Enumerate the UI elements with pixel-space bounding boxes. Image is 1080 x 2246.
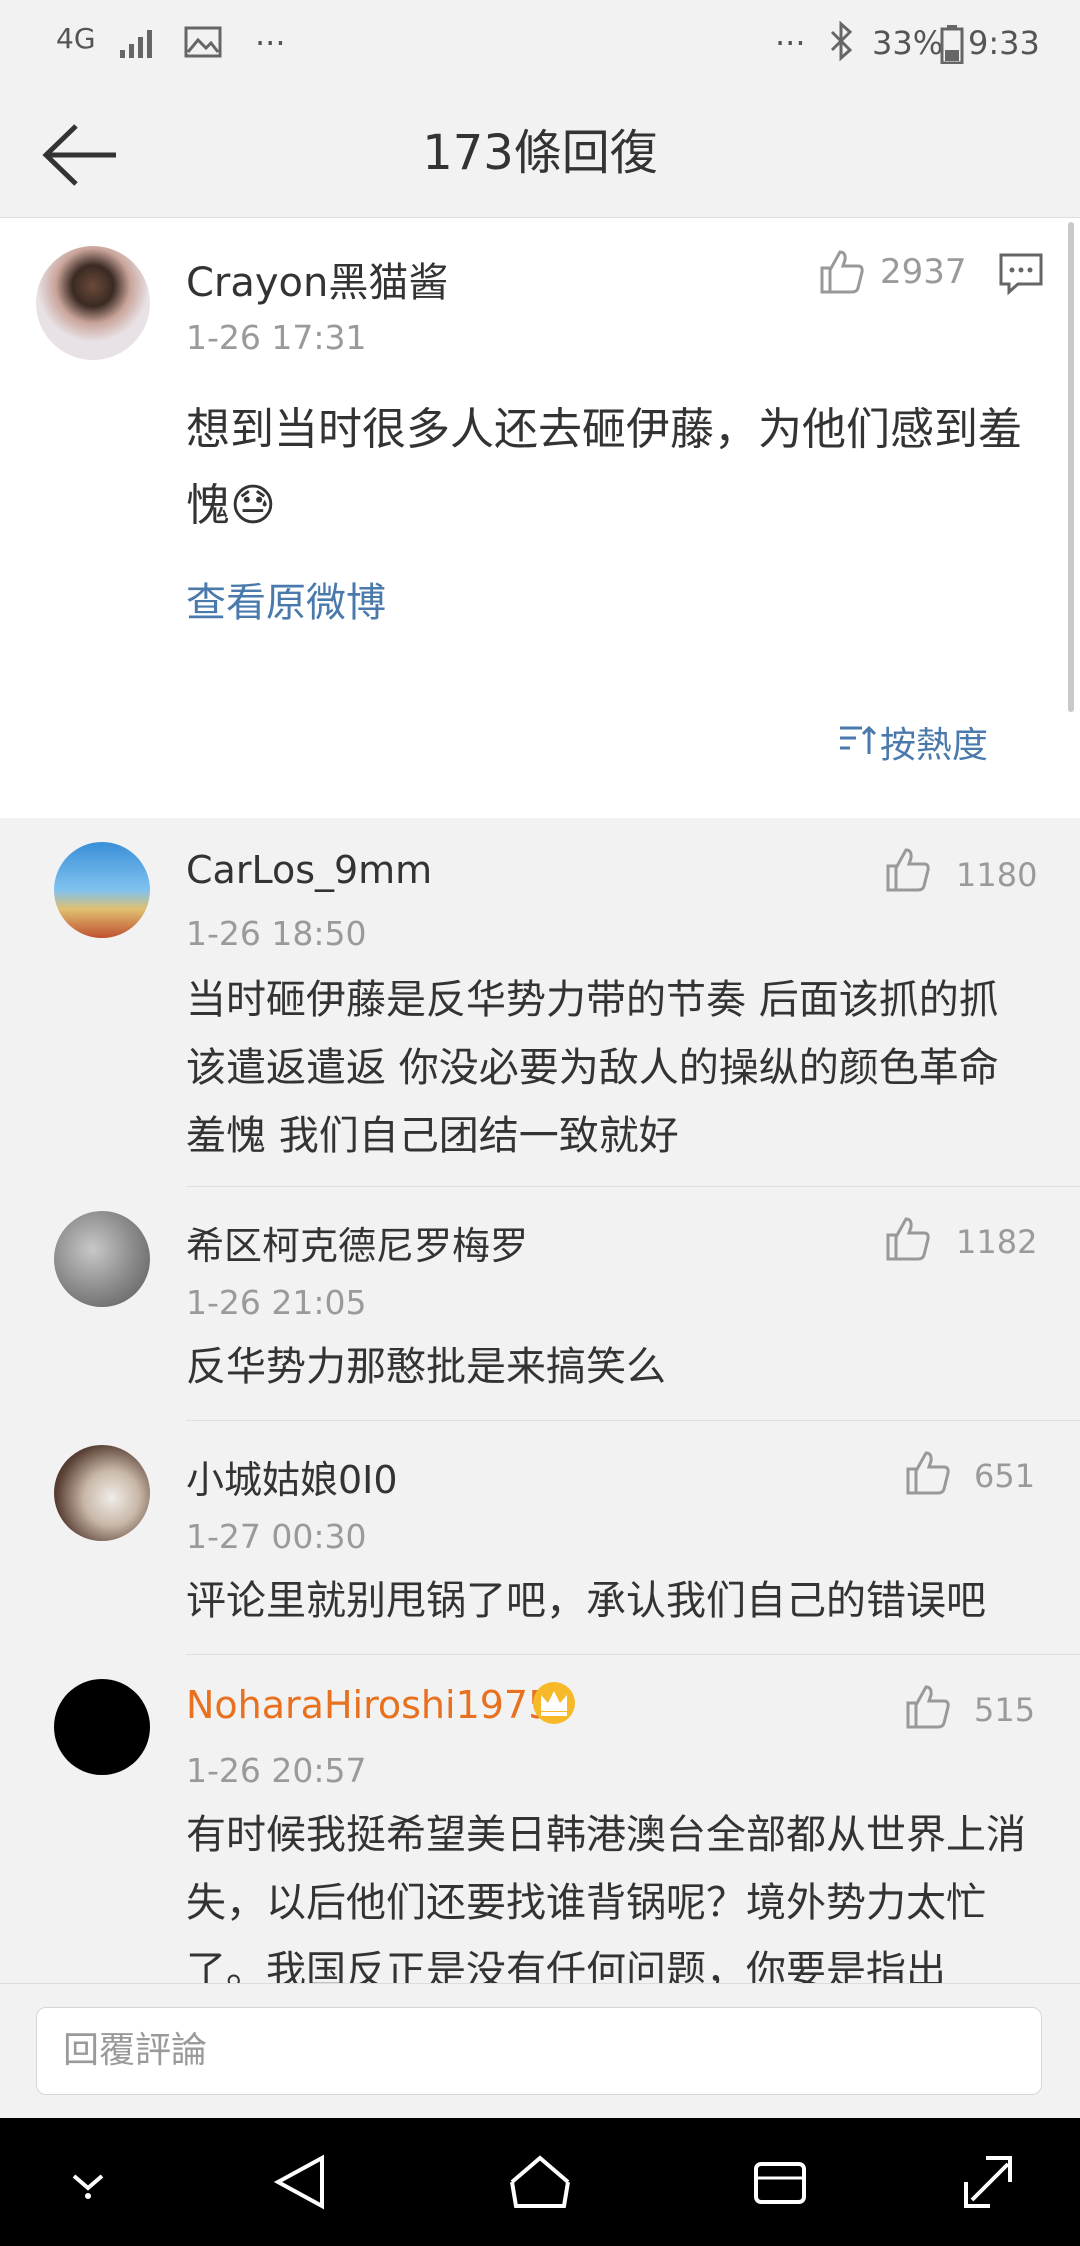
chevron-down-icon	[72, 2174, 104, 2199]
author-name[interactable]: Crayon黑猫酱	[186, 250, 448, 308]
thumbs-up-icon	[886, 1217, 930, 1261]
thumbs-up-icon	[886, 848, 930, 892]
comment-text: 当时砸伊藤是反华势力带的节奏 后面该抓的抓 该遣返遣返 你没必要为敌人的操纵的颜…	[186, 977, 999, 1159]
like-button[interactable]	[818, 248, 866, 296]
timestamp: 1-26 18:50	[186, 914, 367, 953]
author-name-vip[interactable]: NoharaHiroshi1975	[186, 1683, 552, 1727]
status-bar: 4G ··· ··· 33% 9:33	[0, 0, 1080, 90]
expand-icon	[964, 2156, 1012, 2208]
back-nav-button[interactable]	[272, 2152, 328, 2212]
system-navigation-bar	[0, 2118, 1080, 2246]
thumbs-up-icon	[820, 250, 864, 294]
hide-keyboard-button[interactable]	[64, 2162, 112, 2202]
comment-text: 想到当时很多人还去砸伊藤，为他们感到羞愧😓	[186, 404, 1022, 531]
like-button[interactable]	[884, 1215, 932, 1263]
thumbs-up-icon	[906, 1685, 950, 1729]
reply-item[interactable]: 希区柯克德尼罗梅罗 1-26 21:05 1182 反华势力那憨批是来搞笑么	[0, 1187, 1080, 1420]
author-name[interactable]: 小城姑娘0I0	[186, 1449, 398, 1504]
avatar[interactable]	[54, 1679, 150, 1775]
avatar[interactable]	[36, 246, 150, 360]
avatar[interactable]	[54, 842, 150, 938]
network-indicator: 4G	[56, 22, 96, 55]
clock: 9:33	[968, 24, 1040, 62]
sort-icon	[840, 725, 877, 754]
page-title: 173條回復	[422, 125, 658, 181]
more-status-icon: ···	[775, 24, 806, 62]
author-name[interactable]: CarLos_9mm	[186, 848, 432, 892]
battery-icon	[940, 24, 964, 64]
more-notifications-icon: ···	[255, 24, 286, 62]
back-triangle-icon	[273, 2154, 324, 2210]
comment-text: 评论里就别甩锅了吧，承认我们自己的错误吧	[186, 1578, 986, 1624]
timestamp: 1-26 21:05	[186, 1283, 367, 1322]
bluetooth-icon	[826, 20, 856, 62]
view-original-link[interactable]: 查看原微博	[186, 570, 386, 628]
avatar[interactable]	[54, 1211, 150, 1307]
like-button[interactable]	[884, 846, 932, 894]
timestamp: 1-27 00:30	[186, 1517, 367, 1556]
home-icon	[510, 2155, 570, 2208]
comment-button[interactable]	[998, 252, 1044, 296]
vip-crown-icon	[530, 1679, 578, 1727]
like-count: 515	[974, 1691, 1036, 1729]
thumbs-up-icon	[906, 1451, 950, 1495]
recents-button[interactable]	[752, 2158, 808, 2208]
header-bar: 173條回復	[0, 90, 1080, 218]
timestamp: 1-26 20:57	[186, 1751, 367, 1790]
like-button[interactable]	[904, 1449, 952, 1497]
like-count: 2937	[880, 252, 967, 292]
comment-icon	[999, 253, 1043, 296]
original-comment: Crayon黑猫酱 1-26 17:31 2937 想到当时很多人还去砸伊藤，为…	[0, 218, 1080, 818]
timestamp: 1-26 17:31	[186, 318, 367, 357]
expand-screen-button[interactable]	[962, 2154, 1014, 2210]
like-count: 1180	[956, 856, 1038, 894]
comment-text: 反华势力那憨批是来搞笑么	[186, 1344, 666, 1390]
avatar[interactable]	[54, 1445, 150, 1541]
home-button[interactable]	[508, 2154, 572, 2210]
like-count: 1182	[956, 1223, 1038, 1261]
reply-item[interactable]: CarLos_9mm 1-26 18:50 1180 当时砸伊藤是反华势力带的节…	[0, 818, 1080, 1186]
image-icon	[184, 26, 222, 58]
signal-icon	[118, 24, 158, 60]
comment-text: 有时候我挺希望美日韩港澳台全部都从世界上消失，以后他们还要找谁背锅呢？境外势力太…	[186, 1812, 1026, 1983]
like-count: 651	[974, 1457, 1036, 1495]
reply-input[interactable]: 回覆評論	[36, 2007, 1042, 2095]
reply-item[interactable]: NoharaHiroshi1975 515 1-26 20:57 有时候我挺希望…	[0, 1655, 1080, 1983]
scrollbar[interactable]	[1068, 222, 1074, 712]
recents-icon	[754, 2162, 806, 2204]
like-button[interactable]	[904, 1683, 952, 1731]
battery-percent: 33%	[872, 24, 944, 62]
author-name[interactable]: 希区柯克德尼罗梅罗	[186, 1215, 528, 1270]
reply-list: CarLos_9mm 1-26 18:50 1180 当时砸伊藤是反华势力带的节…	[0, 818, 1080, 1983]
reply-item[interactable]: 小城姑娘0I0 1-27 00:30 651 评论里就别甩锅了吧，承认我们自己的…	[0, 1421, 1080, 1654]
sort-label: 按熱度	[880, 725, 989, 766]
